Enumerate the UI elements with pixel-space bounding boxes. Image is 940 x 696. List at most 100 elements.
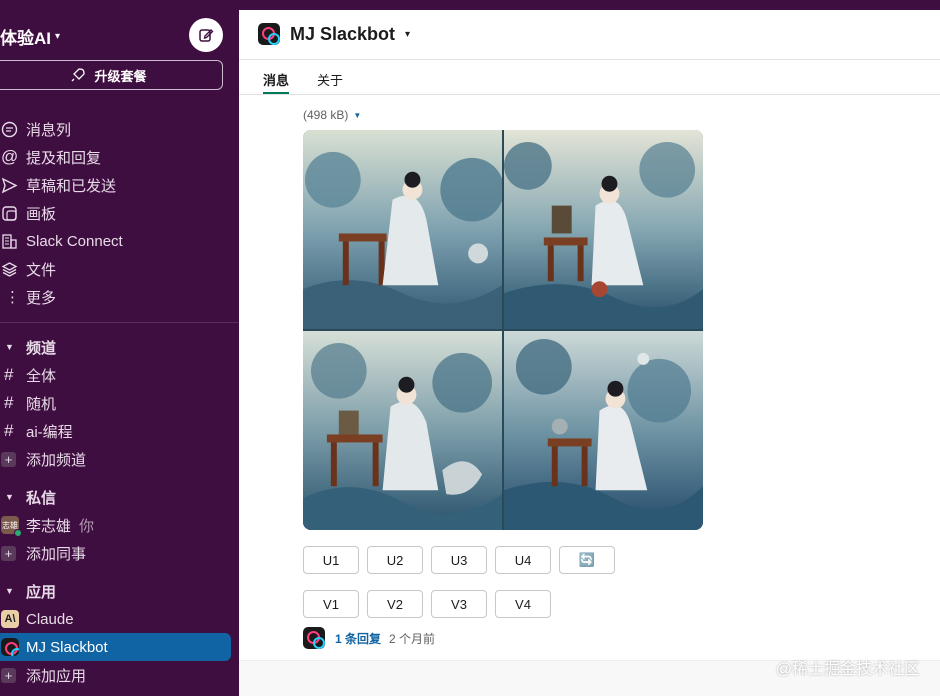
nav-label: 草稿和已发送: [26, 177, 117, 195]
tab-about[interactable]: 关于: [317, 70, 343, 89]
hash-icon: #: [4, 393, 14, 412]
add-app-button[interactable]: + 添加应用: [0, 661, 239, 689]
nav-label: 文件: [26, 261, 57, 279]
channel-title: MJ Slackbot: [290, 23, 396, 44]
sidebar-item-channel[interactable]: # 随机: [0, 389, 239, 417]
variation-button-v1[interactable]: V1: [303, 590, 359, 618]
dms-section-header[interactable]: ▼ 私信: [0, 483, 239, 511]
channel-label: 全体: [26, 367, 57, 385]
upgrade-button[interactable]: 升级套餐: [0, 60, 223, 90]
tab-messages[interactable]: 消息: [263, 70, 289, 89]
avatar: 志雄: [1, 516, 22, 537]
channel-label: ai-编程: [26, 423, 73, 441]
channel-header: MJ Slackbot ▾: [239, 10, 940, 60]
at-icon: @: [1, 147, 19, 166]
send-icon: [1, 177, 18, 193]
sidebar-item-dm[interactable]: 志雄 李志雄 你: [0, 511, 239, 539]
more-icon: ⋮: [5, 289, 20, 306]
variation-button-v2[interactable]: V2: [367, 590, 423, 618]
watermark: @稀土掘金技术社区: [775, 661, 920, 678]
file-size: (498 kB): [303, 108, 349, 122]
sidebar-item-app-claude[interactable]: A\ Claude: [0, 605, 239, 633]
threads-icon: [1, 121, 18, 137]
nav-item-more[interactable]: ⋮ 更多: [0, 283, 239, 311]
nav-item-canvas[interactable]: 画板: [0, 199, 239, 227]
add-label: 添加应用: [26, 667, 87, 685]
variation-button-v3[interactable]: V3: [431, 590, 487, 618]
image-tile-4: [504, 331, 703, 530]
refresh-icon: 🔄: [578, 552, 596, 567]
nav-label: 提及和回复: [26, 149, 102, 167]
upscale-button-u4[interactable]: U4: [495, 546, 551, 574]
sidebar: 体验AI ▾ 升级套餐 消息列 @ 提及和回复 草稿和已发送 画板 Slack …: [0, 0, 239, 696]
image-tile-2: [504, 130, 703, 329]
caret-down-icon: ▼: [353, 110, 362, 120]
nav-label: Slack Connect: [26, 232, 123, 250]
upscale-button-u2[interactable]: U2: [367, 546, 423, 574]
plus-icon: +: [1, 667, 16, 683]
building-icon: [2, 233, 17, 249]
sidebar-item-channel[interactable]: # ai-编程: [0, 417, 239, 445]
caret-down-icon: ▼: [5, 342, 14, 352]
tab-underline: [263, 92, 289, 94]
thread-summary[interactable]: 1 条回复 2 个月前: [303, 627, 435, 649]
app-label: MJ Slackbot: [26, 638, 108, 656]
reply-count[interactable]: 1 条回复: [335, 630, 381, 647]
caret-down-icon: ▼: [5, 586, 14, 596]
reroll-button[interactable]: 🔄: [559, 546, 615, 574]
nav-label: 消息列: [26, 121, 72, 139]
upgrade-label: 升级套餐: [94, 68, 147, 84]
edit-icon: [199, 29, 214, 42]
sidebar-item-app-mj-slackbot[interactable]: MJ Slackbot: [0, 633, 231, 661]
claude-logo: A\: [1, 610, 19, 628]
add-label: 添加同事: [26, 545, 87, 563]
generated-image-grid[interactable]: [303, 130, 703, 530]
sidebar-divider: [0, 322, 239, 323]
nav-label: 更多: [26, 289, 57, 307]
nav-item-mentions[interactable]: @ 提及和回复: [0, 143, 239, 171]
presence-dot: [14, 529, 22, 537]
caret-down-icon: ▼: [5, 492, 14, 502]
section-label: 私信: [26, 489, 57, 507]
nav-item-threads[interactable]: 消息列: [0, 115, 239, 143]
app-label: Claude: [26, 610, 74, 628]
channel-label: 随机: [26, 395, 57, 413]
add-label: 添加频道: [26, 451, 87, 469]
plus-icon: +: [1, 545, 16, 561]
image-tile-1: [303, 130, 502, 329]
nav-item-files[interactable]: 文件: [0, 255, 239, 283]
channels-section-header[interactable]: ▼ 频道: [0, 333, 239, 361]
chevron-down-icon: ▾: [55, 31, 61, 42]
file-size-toggle[interactable]: (498 kB) ▼: [303, 108, 361, 122]
you-label: 你: [79, 517, 95, 535]
workspace-switcher[interactable]: 体验AI ▾: [0, 24, 60, 49]
workspace-header: 体验AI ▾: [0, 18, 239, 54]
nav-item-drafts[interactable]: 草稿和已发送: [0, 171, 239, 199]
apps-section-header[interactable]: ▼ 应用: [0, 577, 239, 605]
upscale-button-u1[interactable]: U1: [303, 546, 359, 574]
rocket-icon: [72, 68, 86, 82]
dm-name: 李志雄: [26, 517, 72, 535]
channel-tabs: 消息 关于: [239, 60, 940, 95]
compose-button[interactable]: [189, 18, 223, 52]
add-coworker-button[interactable]: + 添加同事: [0, 539, 239, 567]
mj-slackbot-logo: [1, 638, 19, 656]
nav-label: 画板: [26, 205, 57, 223]
reply-time: 2 个月前: [389, 631, 436, 646]
image-tile-3: [303, 331, 502, 530]
chevron-down-icon: ▾: [405, 28, 411, 40]
workspace-name: 体验AI: [0, 29, 51, 48]
canvas-icon: [2, 205, 17, 221]
section-label: 频道: [26, 339, 57, 357]
add-channel-button[interactable]: + 添加频道: [0, 445, 239, 473]
plus-icon: +: [1, 451, 16, 467]
sidebar-item-channel[interactable]: # 全体: [0, 361, 239, 389]
section-label: 应用: [26, 583, 57, 601]
upscale-button-u3[interactable]: U3: [431, 546, 487, 574]
channel-title-button[interactable]: MJ Slackbot ▾: [258, 23, 410, 45]
mj-slackbot-logo: [258, 23, 280, 45]
hash-icon: #: [4, 365, 14, 384]
reply-avatar: [303, 627, 325, 649]
nav-item-slack-connect[interactable]: Slack Connect: [0, 227, 239, 255]
variation-button-v4[interactable]: V4: [495, 590, 551, 618]
